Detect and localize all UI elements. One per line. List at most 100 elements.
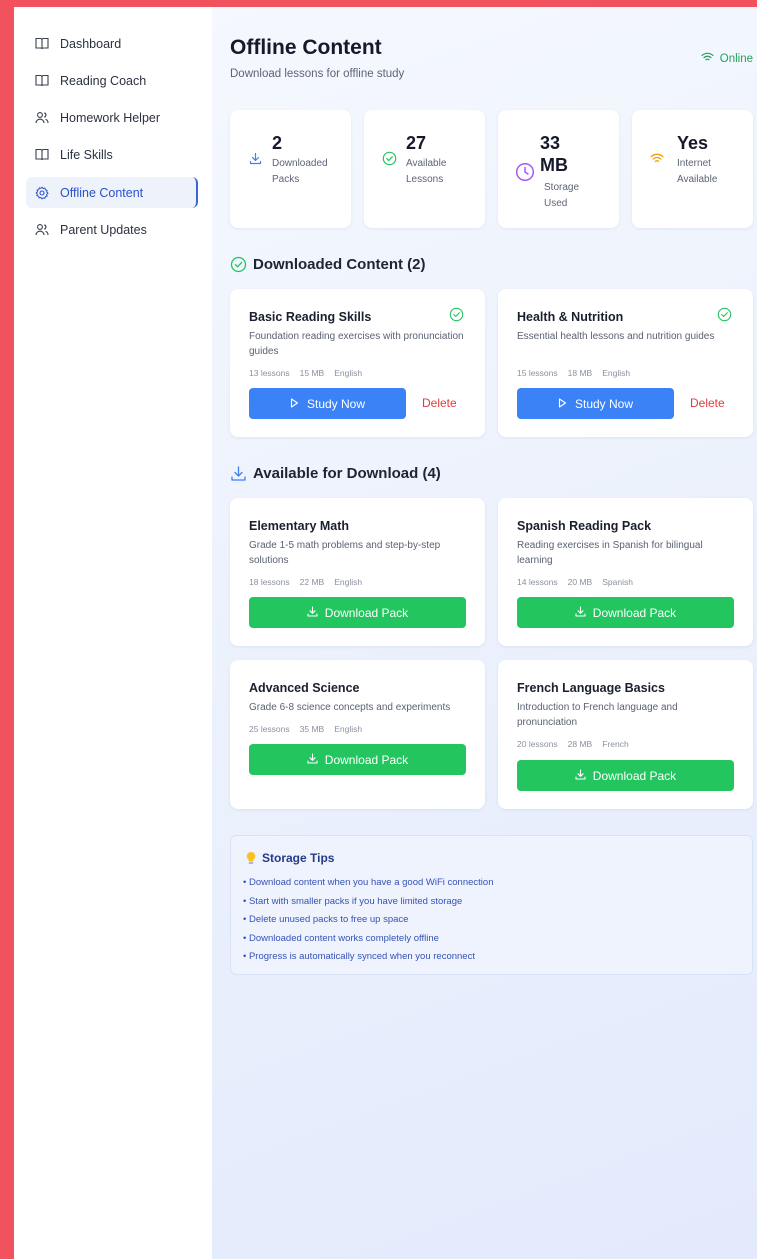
download-pack-button[interactable]: Download Pack (517, 760, 734, 791)
lesson-count: 18 lessons (249, 577, 290, 587)
pack-language: English (334, 368, 363, 378)
download-icon (575, 605, 586, 620)
lesson-count: 13 lessons (249, 368, 290, 378)
card-meta: 18 lessons 22 MB English (249, 577, 362, 587)
available-card-advanced-science: Advanced Science Grade 6-8 science conce… (230, 660, 485, 809)
lesson-count: 15 lessons (517, 368, 558, 378)
available-card-french-basics: French Language Basics Introduction to F… (498, 660, 753, 809)
page-title: Offline Content (230, 36, 382, 59)
delete-button[interactable]: Delete (690, 396, 725, 410)
users-icon (35, 223, 49, 237)
gear-icon (35, 185, 49, 200)
wifi-icon (701, 52, 714, 65)
list-item: • Downloaded content works completely of… (243, 932, 439, 944)
clock-icon (515, 162, 535, 182)
check-circle-icon (449, 307, 465, 323)
download-icon (575, 768, 586, 783)
stat-label: Downloaded Packs (272, 158, 328, 185)
stat-card-available-lessons: 27 Available Lessons (364, 110, 485, 228)
study-now-button[interactable]: Study Now (517, 388, 674, 419)
list-item: • Download content when you have a good … (243, 877, 494, 888)
stat-label: Internet Available (677, 158, 718, 185)
sidebar-item-label: Homework Helper (60, 110, 161, 125)
download-icon (307, 605, 318, 620)
storage-tips-heading: Storage Tips (245, 851, 334, 865)
pack-size: 28 MB (567, 739, 593, 749)
download-icon (230, 465, 247, 482)
pack-language: French (602, 739, 629, 749)
download-icon (307, 752, 318, 767)
list-item: • Start with smaller packs if you have l… (243, 895, 463, 907)
play-icon (290, 397, 299, 411)
card-description: Reading exercises in Spanish for bilingu… (517, 540, 703, 566)
stat-card-storage-used: 33 MB Storage Used (498, 110, 619, 228)
sidebar-item-label: Reading Coach (60, 73, 147, 88)
stat-label: Available Lessons (406, 158, 447, 185)
downloaded-card-basic-reading: Basic Reading Skills Foundation reading … (230, 289, 485, 437)
book-icon (35, 74, 49, 88)
play-icon (558, 397, 567, 411)
available-card-spanish-reading: Spanish Reading Pack Reading exercises i… (498, 498, 753, 646)
card-meta: 25 lessons 35 MB English (249, 724, 362, 734)
book-icon (35, 37, 49, 51)
card-description: Introduction to French language and pron… (517, 702, 678, 728)
pack-language: Spanish (602, 577, 633, 587)
card-description: Grade 1-5 math problems and step-by-step… (249, 540, 441, 566)
card-title: Spanish Reading Pack (517, 519, 652, 533)
card-meta: 15 lessons 18 MB English (517, 368, 630, 378)
pack-language: English (602, 368, 631, 378)
delete-button[interactable]: Delete (422, 396, 457, 410)
sidebar-item-homework-helper[interactable]: Homework Helper (26, 102, 198, 133)
check-circle-icon (717, 307, 733, 323)
check-circle-icon (381, 150, 397, 166)
card-title: French Language Basics (517, 681, 665, 695)
sidebar-item-parent-updates[interactable]: Parent Updates (26, 214, 198, 245)
stat-card-downloaded-packs: 2 Downloaded Packs (230, 110, 351, 228)
download-icon (247, 150, 263, 166)
stat-value: Yes (677, 133, 709, 153)
lesson-count: 25 lessons (249, 724, 290, 734)
available-section-heading: Available for Download (4) (230, 465, 441, 482)
list-item: • Progress is automatically synced when … (243, 951, 475, 963)
connection-status-label: Online (719, 52, 753, 65)
download-pack-button[interactable]: Download Pack (249, 744, 466, 775)
card-meta: 20 lessons 28 MB French (517, 739, 629, 749)
sidebar-item-label: Parent Updates (60, 222, 147, 237)
download-pack-button[interactable]: Download Pack (517, 597, 734, 628)
pack-size: 18 MB (567, 368, 593, 378)
pack-language: English (334, 577, 363, 587)
pack-size: 35 MB (299, 724, 325, 734)
sidebar-item-reading-coach[interactable]: Reading Coach (26, 65, 198, 96)
card-title: Elementary Math (249, 519, 350, 533)
connection-status: Online (701, 52, 753, 65)
card-title: Basic Reading Skills (249, 310, 372, 324)
stat-value: 33 MB (540, 133, 568, 175)
users-icon (35, 111, 49, 125)
stat-card-internet-available: Yes Internet Available (632, 110, 753, 228)
available-card-elementary-math: Elementary Math Grade 1-5 math problems … (230, 498, 485, 646)
stat-value: 27 (406, 133, 427, 153)
sidebar-item-dashboard[interactable]: Dashboard (26, 28, 198, 59)
list-item: • Delete unused packs to free up space (243, 914, 409, 926)
card-description: Foundation reading exercises with pronun… (249, 331, 464, 357)
card-meta: 13 lessons 15 MB English (249, 368, 362, 378)
book-icon (35, 148, 49, 162)
storage-tips-panel: Storage Tips • Download content when you… (230, 835, 753, 975)
study-now-button[interactable]: Study Now (249, 388, 406, 419)
pack-size: 20 MB (567, 577, 593, 587)
card-description: Grade 6-8 science concepts and experimen… (249, 702, 451, 713)
stat-label: Storage Used (544, 182, 580, 209)
sidebar-item-label: Dashboard (60, 36, 122, 51)
check-circle-icon (230, 256, 247, 273)
sidebar-item-offline-content[interactable]: Offline Content (26, 177, 198, 208)
storage-tips-list: • Download content when you have a good … (243, 874, 493, 967)
pack-size: 22 MB (299, 577, 325, 587)
main-content: Offline Content Download lessons for off… (212, 7, 757, 1259)
downloaded-card-health-nutrition: Health & Nutrition Essential health less… (498, 289, 753, 437)
download-pack-button[interactable]: Download Pack (249, 597, 466, 628)
card-meta: 14 lessons 20 MB Spanish (517, 577, 633, 587)
card-title: Advanced Science (249, 681, 360, 695)
card-description: Essential health lessons and nutrition g… (517, 331, 715, 342)
sidebar-item-life-skills[interactable]: Life Skills (26, 139, 198, 170)
sidebar-item-label: Life Skills (60, 147, 113, 162)
